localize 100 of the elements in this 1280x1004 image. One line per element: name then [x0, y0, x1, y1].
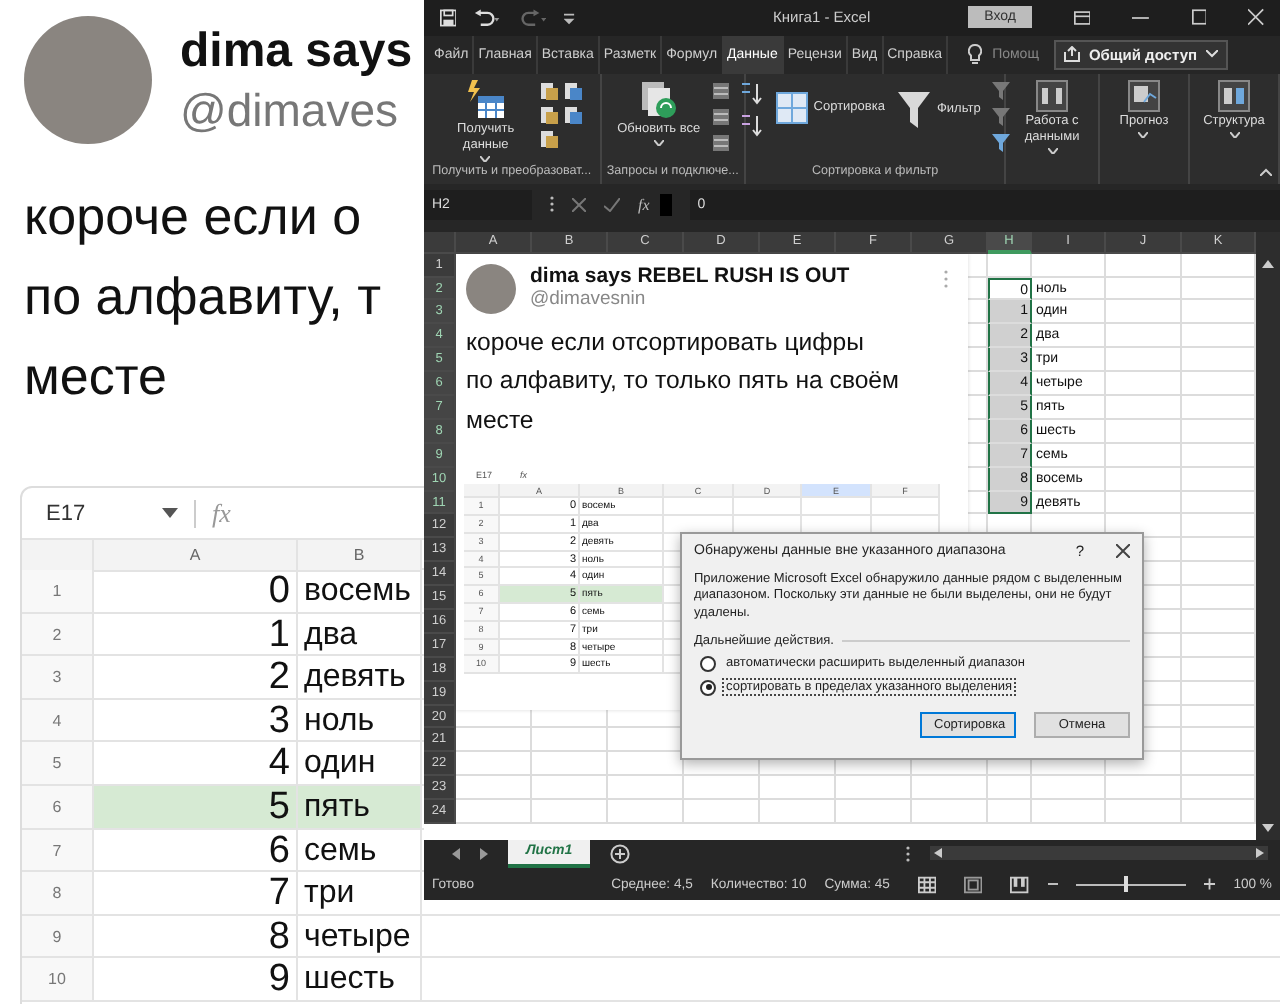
- refresh-documents-icon: [638, 79, 679, 120]
- table-cell: восемь: [298, 570, 422, 614]
- avatar-placeholder: [466, 263, 516, 314]
- row-header[interactable]: 6: [22, 785, 94, 830]
- table-cell: 2: [94, 656, 298, 700]
- row-header[interactable]: 1: [22, 570, 94, 614]
- scroll-right-icon[interactable]: [1256, 848, 1264, 859]
- close-icon[interactable]: [1116, 543, 1130, 558]
- empty-cell: [912, 776, 988, 801]
- empty-cell: [760, 776, 836, 801]
- row-header[interactable]: 3: [22, 656, 94, 700]
- table-cell: 3: [94, 699, 298, 743]
- table-cell: ноль: [298, 699, 422, 743]
- normal-view-icon[interactable]: [917, 875, 937, 894]
- share-icon: [1064, 46, 1081, 63]
- empty-cell: [836, 776, 912, 801]
- horizontal-scrollbar[interactable]: [930, 846, 1268, 861]
- sheet-icon[interactable]: [712, 107, 731, 126]
- row-header[interactable]: 2: [22, 613, 94, 657]
- table-cell: шесть: [298, 958, 422, 1002]
- empty-cell: [1106, 776, 1182, 801]
- row-header[interactable]: 8: [22, 872, 94, 916]
- row-header[interactable]: 5: [22, 742, 94, 786]
- sort-icon: [775, 91, 808, 124]
- radio-button[interactable]: [700, 655, 716, 672]
- redo-icon[interactable]: [519, 7, 547, 28]
- row-header[interactable]: 10: [22, 958, 94, 1002]
- page-break-icon[interactable]: [1010, 875, 1029, 894]
- checkmark-icon[interactable]: [604, 197, 620, 212]
- scroll-up-icon[interactable]: [1262, 259, 1274, 268]
- zoom-in-icon[interactable]: [1204, 878, 1216, 891]
- undo-icon[interactable]: [474, 7, 502, 28]
- radio-button[interactable]: [700, 679, 716, 696]
- table-cell: четыре: [298, 915, 422, 959]
- empty-cell: [1106, 348, 1182, 373]
- save-icon[interactable]: [440, 7, 457, 28]
- empty-cell: [608, 800, 684, 824]
- empty-cell: [532, 752, 608, 777]
- author-name: dima says REBEL RUSH IS OUT: [530, 263, 850, 288]
- empty-cell: [1106, 372, 1182, 396]
- sort-descending-icon[interactable]: [739, 113, 764, 138]
- empty-cell: [1032, 800, 1106, 824]
- empty-cell: [1106, 300, 1182, 325]
- cell-reference-label[interactable]: E17: [46, 501, 146, 525]
- table-cell: 6: [94, 829, 298, 873]
- maximize-icon[interactable]: [1191, 8, 1207, 27]
- column-header[interactable]: B: [298, 540, 422, 572]
- function-label: fx: [212, 497, 231, 529]
- table-cell: 5: [94, 785, 298, 830]
- empty-cell: [1106, 395, 1182, 420]
- empty-cell: [802, 498, 872, 516]
- caret-icon[interactable]: [162, 508, 178, 518]
- slider-thumb[interactable]: [1123, 876, 1129, 893]
- customize-icon[interactable]: [564, 9, 575, 26]
- author-name: dima says: [180, 24, 413, 80]
- lightbulb-icon[interactable]: [968, 44, 983, 65]
- empty-cell: [1032, 253, 1106, 278]
- table-cell: 0: [94, 570, 298, 614]
- next-sheet-icon[interactable]: [480, 847, 488, 860]
- vertical-scrollbar[interactable]: [1256, 231, 1280, 841]
- tweet-text-line: по алфавиту, то только пять на своём: [466, 364, 899, 399]
- collapse-icon[interactable]: [1260, 167, 1272, 176]
- row-header[interactable]: 9: [22, 915, 94, 959]
- empty-cell: [1106, 324, 1182, 349]
- empty-cell: [988, 776, 1032, 801]
- row-header[interactable]: 4: [22, 699, 94, 743]
- scroll-down-icon[interactable]: [1262, 824, 1274, 833]
- scroll-left-icon[interactable]: [934, 848, 943, 859]
- add-sheet-icon[interactable]: [610, 843, 631, 864]
- page-layout-icon[interactable]: [964, 875, 983, 894]
- table-icon: [465, 79, 506, 120]
- sheet-icon[interactable]: [712, 81, 731, 100]
- tweet-text-line: короче если о: [24, 184, 362, 250]
- empty-cell: [684, 800, 760, 824]
- table-cell: 9: [94, 958, 298, 1002]
- tweet-text-line: месте: [24, 344, 167, 410]
- ribbon-display-icon[interactable]: [1073, 9, 1091, 26]
- sheet-icon[interactable]: [712, 133, 731, 152]
- empty-cell: [988, 800, 1032, 824]
- empty-cell: [1032, 776, 1106, 801]
- zoom-out-icon[interactable]: [1047, 878, 1059, 891]
- author-handle: @dimavesnin: [530, 287, 646, 310]
- row-header[interactable]: 7: [22, 829, 94, 873]
- data-tools-icon: [1036, 79, 1069, 112]
- empty-cell: [532, 800, 608, 824]
- sort-ascending-icon[interactable]: [739, 81, 764, 106]
- table-cell: семь: [298, 829, 422, 873]
- empty-cell: [1106, 800, 1182, 824]
- empty-cell: [836, 800, 912, 824]
- insert-function-button[interactable]: fx: [638, 195, 650, 214]
- tweet-text-line: месте: [466, 403, 534, 438]
- tweet-text-line: короче если отсортировать цифры: [466, 325, 864, 360]
- empty-cell: [760, 800, 836, 824]
- empty-cell: [608, 776, 684, 801]
- more-icon[interactable]: [906, 845, 911, 862]
- column-header[interactable]: A: [94, 540, 298, 572]
- cancel-icon[interactable]: [572, 197, 586, 212]
- previous-sheet-icon[interactable]: [452, 847, 460, 860]
- empty-cell: [532, 776, 608, 801]
- empty-cell: [912, 800, 988, 824]
